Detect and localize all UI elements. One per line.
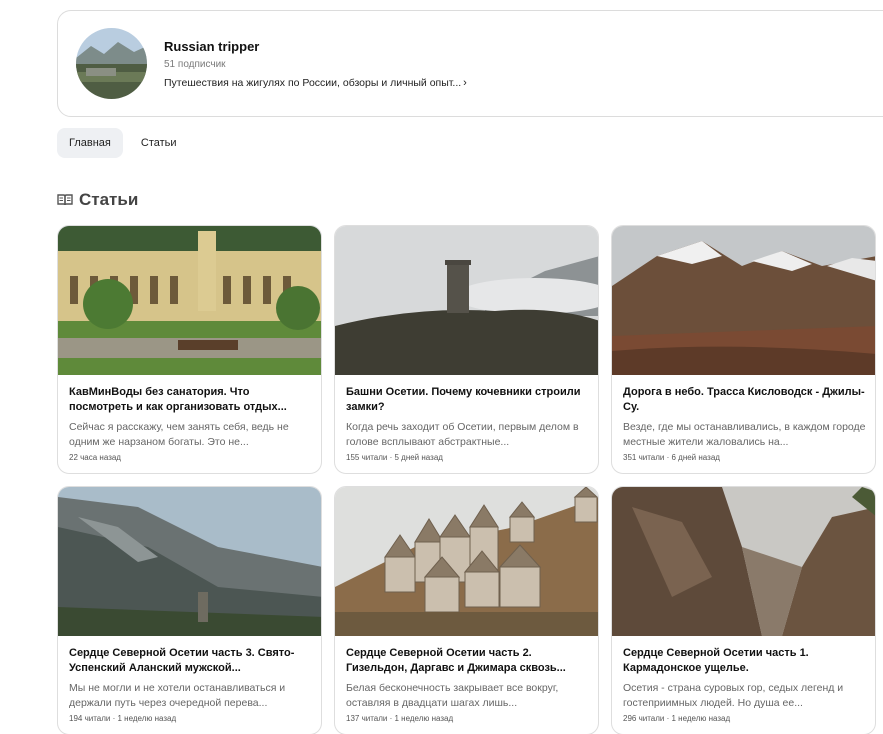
article-excerpt: Везде, где мы останавливались, в каждом … bbox=[623, 421, 866, 448]
article-image bbox=[335, 226, 598, 375]
tab-home[interactable]: Главная bbox=[57, 128, 123, 158]
article-meta: 296 читали · 1 неделю назад bbox=[623, 714, 731, 723]
article-card[interactable]: Башни Осетии. Почему кочевники строили з… bbox=[334, 225, 599, 474]
article-meta: 351 читали · 6 дней назад bbox=[623, 453, 720, 462]
article-excerpt: Белая бесконечность закрывает все вокруг… bbox=[346, 682, 559, 709]
chevron-right-icon: › bbox=[463, 77, 467, 89]
tab-bar: Главная Статьи bbox=[57, 128, 189, 158]
channel-avatar[interactable] bbox=[76, 28, 147, 99]
article-meta: 194 читали · 1 неделю назад bbox=[69, 714, 177, 723]
article-excerpt: Осетия - страна суровых гор, седых леген… bbox=[623, 682, 844, 709]
article-image bbox=[612, 487, 875, 636]
article-title[interactable]: КавМинВоды без санатория. Что посмотреть… bbox=[69, 385, 313, 415]
channel-card[interactable]: Russian tripper 51 подписчик Путешествия… bbox=[57, 10, 883, 117]
article-card[interactable]: Сердце Северной Осетии часть 2. Гизельдо… bbox=[334, 486, 599, 734]
subscriber-count: 51 подписчик bbox=[164, 59, 226, 70]
article-excerpt: Сейчас я расскажу, чем занять себя, ведь… bbox=[69, 421, 289, 448]
article-card[interactable]: Дорога в небо. Трасса Кисловодск - Джилы… bbox=[611, 225, 876, 474]
article-title[interactable]: Сердце Северной Осетии часть 3. Свято-Ус… bbox=[69, 646, 313, 676]
article-card[interactable]: Сердце Северной Осетии часть 3. Свято-Ус… bbox=[57, 486, 322, 734]
article-title[interactable]: Сердце Северной Осетии часть 2. Гизельдо… bbox=[346, 646, 590, 676]
channel-description-text: Путешествия на жигулях по России, обзоры… bbox=[164, 77, 462, 89]
channel-name[interactable]: Russian tripper bbox=[164, 39, 259, 54]
article-card[interactable]: Сердце Северной Осетии часть 1. Кармадон… bbox=[611, 486, 876, 734]
article-image bbox=[612, 226, 875, 375]
article-title[interactable]: Сердце Северной Осетии часть 1. Кармадон… bbox=[623, 646, 867, 676]
book-icon bbox=[57, 194, 73, 206]
article-excerpt: Когда речь заходит об Осетии, первым дел… bbox=[346, 421, 579, 448]
article-image bbox=[58, 226, 321, 375]
article-title[interactable]: Башни Осетии. Почему кочевники строили з… bbox=[346, 385, 590, 415]
article-meta: 155 читали · 5 дней назад bbox=[346, 453, 443, 462]
tab-articles[interactable]: Статьи bbox=[129, 128, 189, 158]
channel-description[interactable]: Путешествия на жигулях по России, обзоры… bbox=[164, 77, 467, 89]
article-image bbox=[335, 487, 598, 636]
article-meta: 137 читали · 1 неделю назад bbox=[346, 714, 454, 723]
section-title: Статьи bbox=[79, 190, 139, 209]
article-excerpt: Мы не могли и не хотели останавливаться … bbox=[69, 682, 286, 709]
article-title[interactable]: Дорога в небо. Трасса Кисловодск - Джилы… bbox=[623, 385, 867, 415]
section-header: Статьи bbox=[57, 190, 138, 210]
article-meta: 22 часа назад bbox=[69, 453, 121, 462]
article-card[interactable]: КавМинВоды без санатория. Что посмотреть… bbox=[57, 225, 322, 474]
article-image bbox=[58, 487, 321, 636]
